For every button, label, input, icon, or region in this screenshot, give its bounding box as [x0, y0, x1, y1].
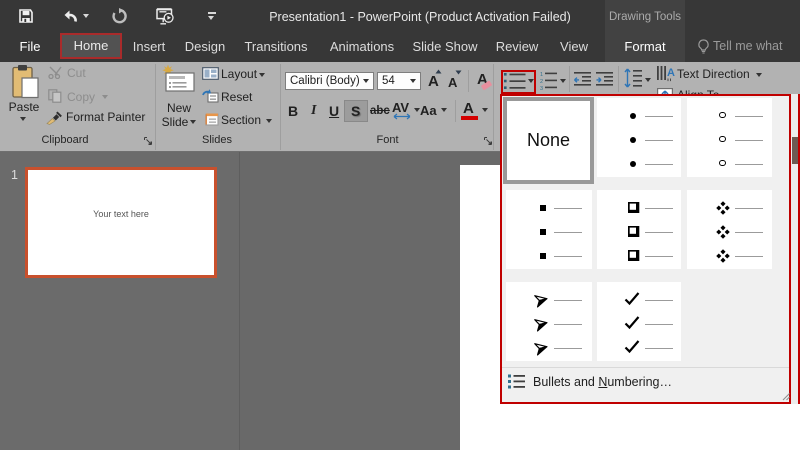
svg-text:2: 2 — [540, 79, 543, 85]
svg-text:1: 1 — [540, 72, 543, 78]
svg-text:3: 3 — [540, 86, 543, 91]
svg-text:A: A — [667, 67, 675, 79]
